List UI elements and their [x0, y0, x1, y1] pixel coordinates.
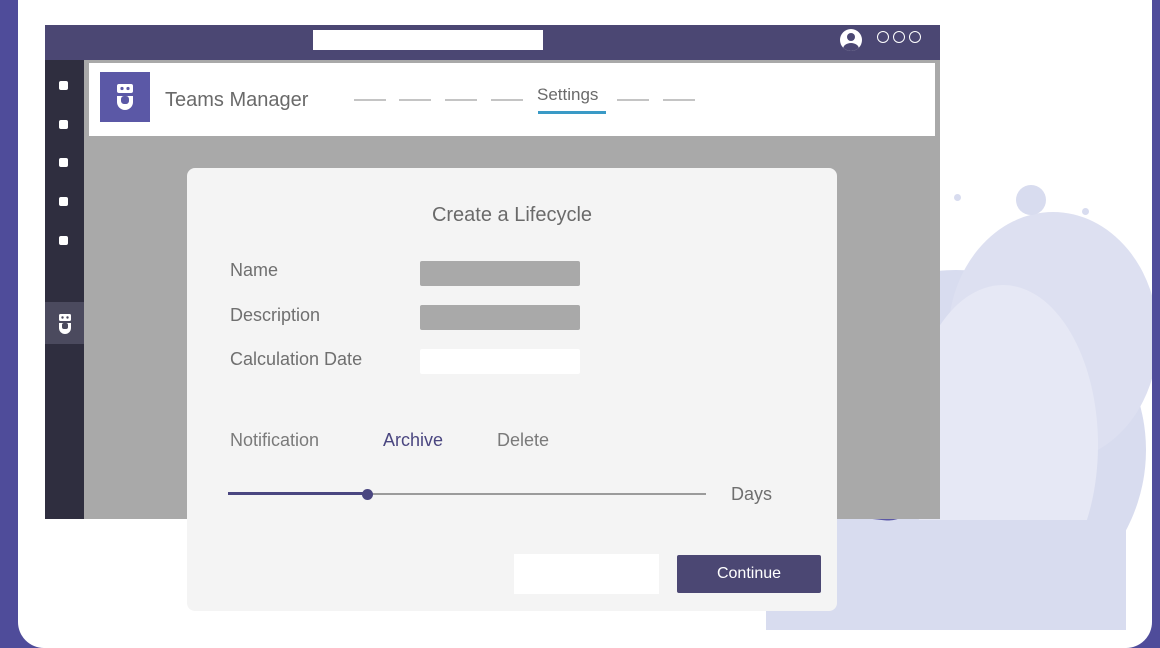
decor-dot — [1100, 558, 1116, 574]
name-field[interactable] — [420, 261, 580, 286]
calculation-date-field[interactable] — [420, 349, 580, 374]
tab-notification[interactable]: Notification — [230, 430, 319, 451]
tab-placeholder[interactable] — [354, 99, 386, 101]
tab-placeholder[interactable] — [617, 99, 649, 101]
address-bar[interactable] — [313, 30, 543, 50]
decor-dot — [954, 194, 961, 201]
rail-item-5[interactable] — [59, 236, 68, 245]
teams-manager-bot-icon — [59, 314, 71, 334]
tab-placeholder[interactable] — [663, 99, 695, 101]
tab-placeholder[interactable] — [445, 99, 477, 101]
title-bar — [45, 25, 940, 60]
app-rail — [45, 60, 84, 519]
continue-button[interactable]: Continue — [677, 555, 821, 593]
app-header: Teams Manager Settings — [89, 63, 935, 136]
tab-placeholder[interactable] — [399, 99, 431, 101]
teams-manager-bot-icon — [117, 84, 133, 110]
tab-archive[interactable]: Archive — [383, 430, 443, 451]
rail-item-1[interactable] — [59, 81, 68, 90]
rail-item-teams-manager[interactable] — [45, 302, 84, 344]
user-circle-icon[interactable] — [840, 29, 862, 51]
rail-item-3[interactable] — [59, 158, 68, 167]
decor-dot — [1016, 185, 1046, 215]
rail-item-4[interactable] — [59, 197, 68, 206]
days-slider-fill — [228, 492, 367, 495]
app-title: Teams Manager — [165, 89, 309, 111]
calculation-date-label: Calculation Date — [230, 349, 363, 369]
decor-dot — [1082, 208, 1089, 215]
days-slider-thumb[interactable] — [361, 489, 373, 500]
secondary-button[interactable] — [514, 554, 659, 594]
description-label: Description — [230, 305, 321, 325]
active-tab-indicator — [538, 111, 606, 114]
days-label: Days — [731, 484, 773, 504]
more-dots-icon[interactable] — [877, 31, 921, 43]
create-lifecycle-dialog: Create a Lifecycle Name Description Calc… — [187, 168, 837, 611]
tab-settings[interactable]: Settings — [537, 85, 598, 105]
rail-item-2[interactable] — [59, 120, 68, 129]
dialog-title: Create a Lifecycle — [431, 204, 593, 226]
tab-placeholder[interactable] — [491, 99, 523, 101]
name-label: Name — [230, 260, 279, 280]
description-field[interactable] — [420, 305, 580, 330]
illustration-card: Teams Manager Settings Create a Lifecycl… — [18, 0, 1152, 648]
tab-delete[interactable]: Delete — [497, 430, 549, 451]
teams-manager-logo — [100, 72, 150, 122]
